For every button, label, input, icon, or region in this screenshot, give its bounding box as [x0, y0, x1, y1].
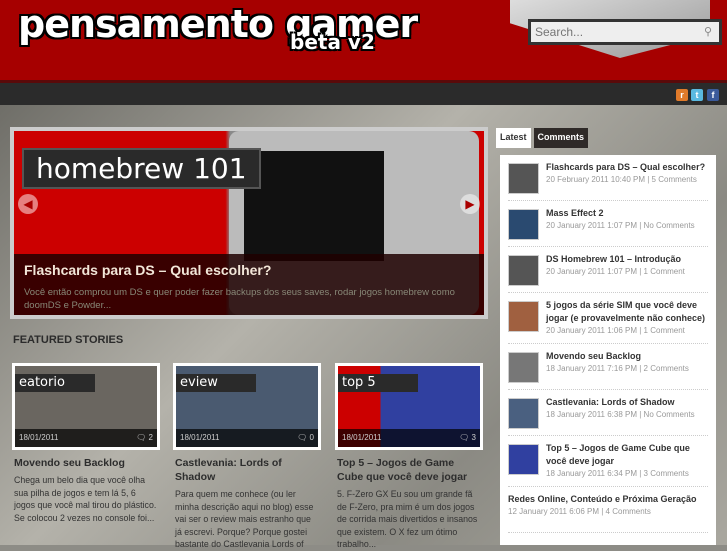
- post-meta: 20 January 2011 1:07 PM | No Comments: [546, 221, 695, 230]
- card-tag: eview: [176, 374, 256, 392]
- featured-card[interactable]: eatorio 18/01/2011 🗨 2 Movendo seu Backlo…: [12, 363, 160, 524]
- slide-excerpt: Você então comprou um DS e quer poder fa…: [24, 287, 455, 311]
- comment-count: 🗨 0: [297, 433, 314, 442]
- featured-heading: FEATURED STORIES: [13, 334, 124, 346]
- card-excerpt: Para quem me conhece (ou ler minha descr…: [175, 489, 314, 549]
- post-title[interactable]: Redes Online, Conteúdo e Próxima Geração: [508, 493, 697, 506]
- post-meta: 20 January 2011 1:07 PM | 1 Comment: [546, 267, 685, 276]
- post-thumbnail[interactable]: [508, 444, 539, 475]
- post-meta: 20 January 2011 1:06 PM | 1 Comment: [546, 326, 685, 335]
- latest-posts-panel: Flashcards para DS – Qual escolher? 20 Fe…: [500, 155, 716, 545]
- next-arrow-icon[interactable]: ▶: [460, 194, 480, 214]
- post-meta: 20 February 2011 10:40 PM | 5 Comments: [546, 175, 697, 184]
- post-meta: 18 January 2011 7:16 PM | 2 Comments: [546, 364, 689, 373]
- featured-card[interactable]: top 5 18/01/2011 🗨 3 Top 5 – Jogos de Gam…: [335, 363, 483, 551]
- card-date: 18/01/2011: [342, 433, 382, 442]
- twitter-icon[interactable]: t: [691, 89, 703, 101]
- list-item[interactable]: Movendo seu Backlog 18 January 2011 7:16 …: [508, 344, 708, 390]
- comment-count: 🗨 3: [459, 433, 476, 442]
- slide-title[interactable]: Flashcards para DS – Qual escolher?: [24, 262, 474, 278]
- post-title[interactable]: Movendo seu Backlog: [546, 350, 689, 363]
- site-header: pensamento gamer beta v2 ⚲: [0, 0, 727, 80]
- list-item[interactable]: Top 5 – Jogos de Game Cube que você deve…: [508, 436, 708, 487]
- post-title[interactable]: DS Homebrew 101 – Introdução: [546, 253, 685, 266]
- featured-card[interactable]: eview 18/01/2011 🗨 0 Castlevania: Lords o…: [173, 363, 321, 551]
- slide-label: homebrew 101: [22, 148, 261, 189]
- card-excerpt: Chega um belo dia que você olha sua pilh…: [14, 475, 157, 523]
- post-title[interactable]: Castlevania: Lords of Shadow: [546, 396, 695, 409]
- post-meta: 12 January 2011 6:06 PM | 4 Comments: [508, 507, 651, 516]
- post-title[interactable]: Top 5 – Jogos de Game Cube que você deve…: [546, 442, 708, 468]
- card-date: 18/01/2011: [180, 433, 220, 442]
- card-thumbnail[interactable]: eatorio 18/01/2011 🗨 2: [12, 363, 160, 450]
- comment-count: 🗨 2: [136, 433, 153, 442]
- post-title[interactable]: Flashcards para DS – Qual escolher?: [546, 161, 705, 174]
- nav-bar: r t f: [0, 80, 727, 105]
- post-meta: 18 January 2011 6:34 PM | 3 Comments: [546, 469, 689, 478]
- list-item[interactable]: Redes Online, Conteúdo e Próxima Geração…: [508, 487, 708, 533]
- post-title[interactable]: 5 jogos da série SIM que você deve jogar…: [546, 299, 708, 325]
- list-item[interactable]: Castlevania: Lords of Shadow 18 January 2…: [508, 390, 708, 436]
- featured-slider[interactable]: homebrew 101 ◀ ▶ Flashcards para DS – Qu…: [10, 127, 488, 319]
- tab-latest[interactable]: Latest: [496, 128, 531, 148]
- list-item[interactable]: DS Homebrew 101 – Introdução 20 January 2…: [508, 247, 708, 293]
- prev-arrow-icon[interactable]: ◀: [18, 194, 38, 214]
- search-box: ⚲: [528, 19, 722, 45]
- post-thumbnail[interactable]: [508, 398, 539, 429]
- card-thumbnail[interactable]: eview 18/01/2011 🗨 0: [173, 363, 321, 450]
- post-thumbnail[interactable]: [508, 255, 539, 286]
- slide[interactable]: homebrew 101 ◀ ▶ Flashcards para DS – Qu…: [14, 131, 484, 315]
- rss-icon[interactable]: r: [676, 89, 688, 101]
- sidebar-tabs: Latest Comments: [496, 128, 589, 148]
- logo-version: beta v2: [290, 30, 375, 54]
- post-title[interactable]: Mass Effect 2: [546, 207, 695, 220]
- slide-caption: Flashcards para DS – Qual escolher? Você…: [14, 254, 484, 315]
- card-title[interactable]: Castlevania: Lords of Shadow: [175, 456, 319, 484]
- card-tag: top 5: [338, 374, 418, 392]
- tab-comments[interactable]: Comments: [533, 128, 589, 148]
- list-item[interactable]: Mass Effect 2 20 January 2011 1:07 PM | N…: [508, 201, 708, 247]
- post-thumbnail[interactable]: [508, 209, 539, 240]
- card-thumbnail[interactable]: top 5 18/01/2011 🗨 3: [335, 363, 483, 450]
- post-thumbnail[interactable]: [508, 163, 539, 194]
- post-thumbnail[interactable]: [508, 301, 539, 332]
- search-icon[interactable]: ⚲: [704, 25, 712, 38]
- card-tag: eatorio: [15, 374, 95, 392]
- post-thumbnail[interactable]: [508, 352, 539, 383]
- search-input[interactable]: [531, 22, 719, 42]
- list-item[interactable]: 5 jogos da série SIM que você deve jogar…: [508, 293, 708, 344]
- card-title[interactable]: Movendo seu Backlog: [14, 456, 158, 470]
- post-meta: 18 January 2011 6:38 PM | No Comments: [546, 410, 695, 419]
- card-date: 18/01/2011: [19, 433, 59, 442]
- card-title[interactable]: Top 5 – Jogos de Game Cube que você deve…: [337, 456, 481, 484]
- list-item[interactable]: Flashcards para DS – Qual escolher? 20 Fe…: [508, 155, 708, 201]
- facebook-icon[interactable]: f: [707, 89, 719, 101]
- slide-image-screen: [244, 151, 384, 261]
- card-excerpt: 5. F-Zero GX Eu sou um grande fã de F-Ze…: [337, 489, 478, 549]
